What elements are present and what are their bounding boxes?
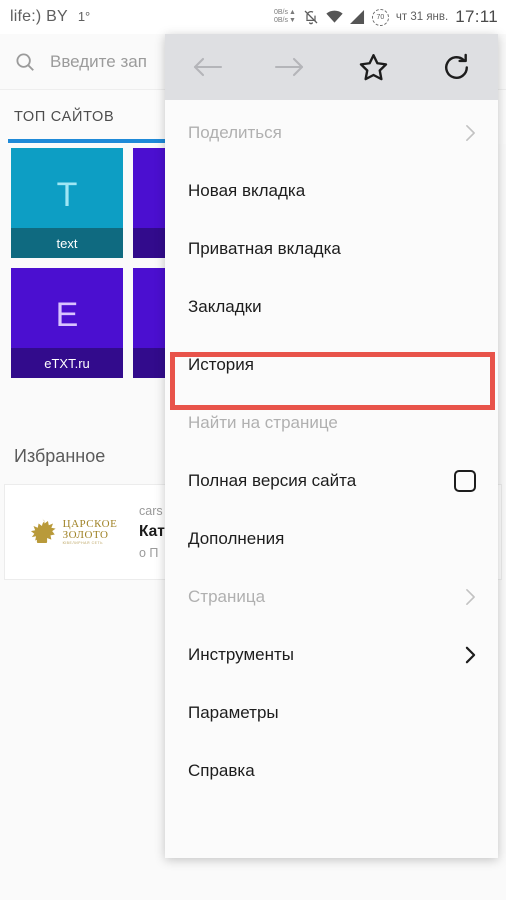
menu-item-label: Дополнения bbox=[188, 529, 285, 548]
menu-item-label: Закладки bbox=[188, 297, 262, 316]
arrow-left-icon bbox=[193, 57, 222, 77]
menu-item-history[interactable]: История bbox=[165, 336, 498, 394]
menu-toolbar bbox=[165, 34, 498, 100]
favorite-url: cars bbox=[139, 504, 163, 518]
back-button[interactable] bbox=[165, 34, 248, 100]
menu-item-label: История bbox=[188, 355, 254, 374]
favorites-heading: Избранное bbox=[14, 446, 106, 466]
menu-item-label: Новая вкладка bbox=[188, 181, 306, 200]
chevron-right-icon bbox=[466, 124, 475, 142]
logo-line-3: ЮВЕЛИРНАЯ СЕТЬ bbox=[62, 540, 104, 545]
menu-item-label: Поделиться bbox=[188, 123, 282, 142]
menu-item-label: Полная версия сайта bbox=[188, 471, 357, 490]
status-time: 17:11 bbox=[455, 7, 498, 26]
menu-item-label: Инструменты bbox=[188, 645, 295, 664]
menu-item-new-tab[interactable]: Новая вкладка bbox=[165, 162, 498, 220]
network-download-value: 0B/s bbox=[273, 17, 288, 24]
carrier-label: life:) BY bbox=[10, 8, 68, 25]
favorite-subtitle: о П bbox=[139, 546, 159, 560]
wifi-icon bbox=[326, 10, 343, 24]
bookmark-button[interactable] bbox=[332, 34, 415, 100]
top-site-letter: T bbox=[56, 176, 78, 214]
status-bar: life:) BY 1° 0B/s ▲ 0B/s ▼ 70 чт 31 янв.… bbox=[0, 0, 506, 34]
top-site-caption: eTXT.ru bbox=[11, 348, 123, 378]
temperature-label: 1° bbox=[77, 9, 91, 24]
tab-top-sites[interactable]: ТОП САЙТОВ bbox=[14, 90, 114, 144]
notifications-muted-icon bbox=[303, 9, 319, 25]
menu-item-desktop-site[interactable]: Полная версия сайта bbox=[165, 452, 498, 510]
battery-icon: 70 bbox=[371, 8, 389, 26]
menu-item-page[interactable]: Страница bbox=[165, 568, 498, 626]
tab-active-indicator bbox=[8, 139, 168, 143]
status-date: чт 31 янв. bbox=[395, 11, 449, 23]
desktop-site-checkbox[interactable] bbox=[454, 470, 476, 492]
crest-icon bbox=[30, 518, 56, 544]
forward-button[interactable] bbox=[248, 34, 331, 100]
search-input-placeholder[interactable]: Введите зап bbox=[50, 52, 147, 72]
menu-item-settings[interactable]: Параметры bbox=[165, 684, 498, 742]
menu-item-bookmarks[interactable]: Закладки bbox=[165, 278, 498, 336]
network-speed-indicator: 0B/s ▲ 0B/s ▼ bbox=[274, 9, 296, 25]
phone-screen: life:) BY 1° 0B/s ▲ 0B/s ▼ 70 чт 31 янв.… bbox=[0, 0, 506, 900]
tab-top-sites-label: ТОП САЙТОВ bbox=[14, 109, 115, 125]
network-upload-value: 0B/s bbox=[273, 9, 288, 16]
top-site-tile[interactable]: E eTXT.ru bbox=[11, 268, 123, 378]
search-icon bbox=[14, 51, 36, 73]
arrow-down-icon: ▼ bbox=[288, 17, 296, 24]
menu-item-list: Поделиться Новая вкладка Приватная вклад… bbox=[165, 100, 498, 800]
top-site-tile[interactable]: T text bbox=[11, 148, 123, 258]
menu-item-find-in-page[interactable]: Найти на странице bbox=[165, 394, 498, 452]
top-site-caption: text bbox=[11, 228, 123, 258]
menu-item-label: Страница bbox=[188, 587, 266, 606]
menu-item-label: Параметры bbox=[188, 703, 279, 722]
menu-item-tools[interactable]: Инструменты bbox=[165, 626, 498, 684]
browser-menu-popup: Поделиться Новая вкладка Приватная вклад… bbox=[165, 34, 498, 858]
top-site-letter: E bbox=[55, 296, 79, 334]
favorite-thumbnail: ЦАРСКОЕ ЗОЛОТО ЮВЕЛИРНАЯ СЕТЬ bbox=[15, 496, 127, 568]
menu-item-share[interactable]: Поделиться bbox=[165, 104, 498, 162]
logo-text: ЦАРСКОЕ ЗОЛОТО ЮВЕЛИРНАЯ СЕТЬ bbox=[62, 518, 118, 546]
favorite-title: Кат bbox=[139, 523, 165, 540]
arrow-up-icon: ▲ bbox=[288, 9, 296, 16]
signal-icon bbox=[349, 10, 365, 24]
arrow-right-icon bbox=[274, 57, 303, 77]
status-bar-left: life:) BY 1° bbox=[10, 8, 90, 26]
chevron-right-icon bbox=[465, 646, 476, 664]
favorite-text-block: cars Кат о П bbox=[139, 504, 165, 560]
menu-item-help[interactable]: Справка bbox=[165, 742, 498, 800]
star-icon bbox=[359, 54, 387, 81]
status-bar-right: 0B/s ▲ 0B/s ▼ 70 чт 31 янв. 17:11 bbox=[274, 7, 498, 27]
tsarskoe-zoloto-logo: ЦАРСКОЕ ЗОЛОТО ЮВЕЛИРНАЯ СЕТЬ bbox=[25, 515, 118, 549]
menu-item-label: Приватная вкладка bbox=[188, 239, 341, 258]
battery-percent: 70 bbox=[376, 13, 385, 21]
chevron-right-icon bbox=[466, 588, 475, 606]
reload-icon bbox=[444, 53, 468, 79]
menu-item-private-tab[interactable]: Приватная вкладка bbox=[165, 220, 498, 278]
menu-item-label: Найти на странице bbox=[188, 413, 338, 432]
reload-button[interactable] bbox=[415, 34, 498, 100]
menu-item-addons[interactable]: Дополнения bbox=[165, 510, 498, 568]
menu-item-label: Справка bbox=[188, 761, 255, 780]
